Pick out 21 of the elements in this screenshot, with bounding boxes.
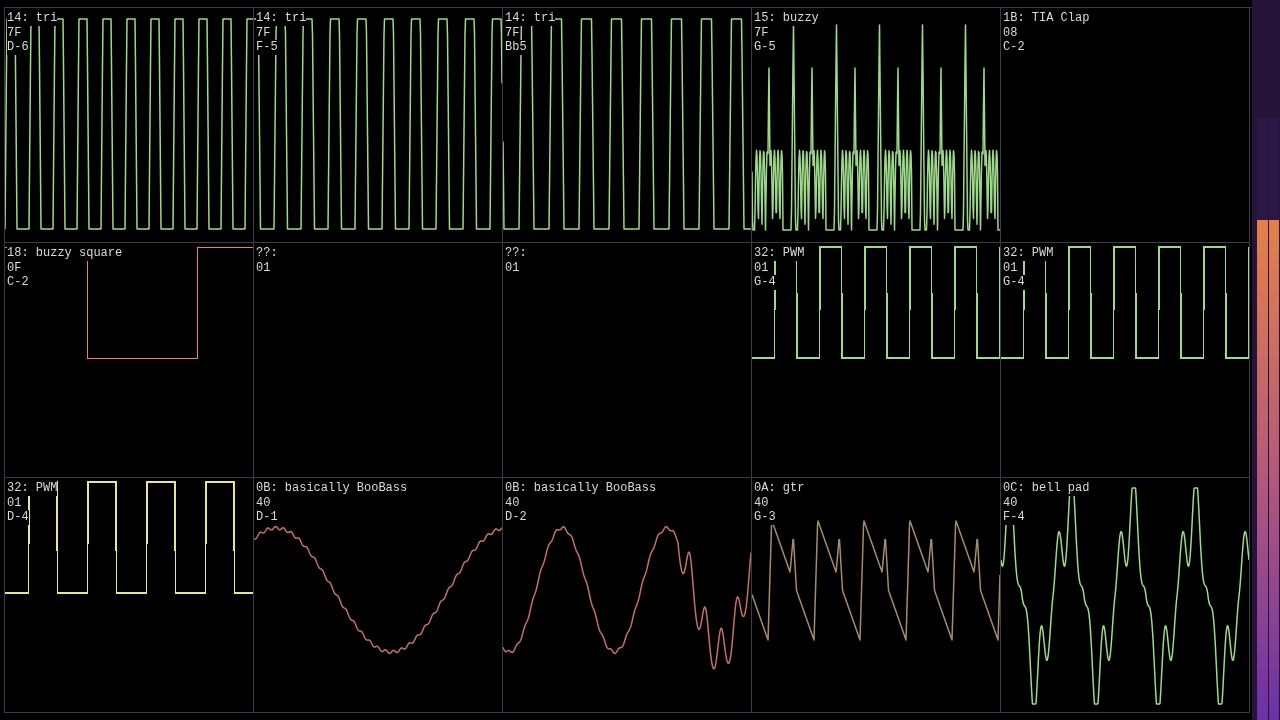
channel-name: 32: PWM bbox=[1003, 246, 1054, 261]
channel-note: G-4 bbox=[1003, 275, 1025, 290]
channel-name: 14: tri bbox=[505, 11, 556, 26]
channel-name: 0A: gtr bbox=[754, 481, 805, 496]
channel-note: D-4 bbox=[7, 510, 29, 525]
channel-name: 1B: TIA Clap bbox=[1003, 11, 1090, 26]
channel-note: D-6 bbox=[7, 40, 29, 55]
channel-name: 0B: basically BooBass bbox=[256, 481, 408, 496]
channel-note: G-3 bbox=[754, 510, 776, 525]
channel-name: 32: PWM bbox=[7, 481, 58, 496]
channel-name: 14: tri bbox=[7, 11, 58, 26]
channel-name: 32: PWM bbox=[754, 246, 805, 261]
channel-name: 0B: basically BooBass bbox=[505, 481, 657, 496]
channel-note: F-4 bbox=[1003, 510, 1025, 525]
channel-note: Bb5 bbox=[505, 40, 527, 55]
channel-name: 15: buzzy bbox=[754, 11, 819, 26]
channel-note: F-5 bbox=[256, 40, 278, 55]
channel-note: G-4 bbox=[754, 275, 776, 290]
channel-name: 0C: bell pad bbox=[1003, 481, 1090, 496]
channel-name: 14: tri bbox=[256, 11, 307, 26]
channel-name: 18: buzzy square bbox=[7, 246, 123, 261]
